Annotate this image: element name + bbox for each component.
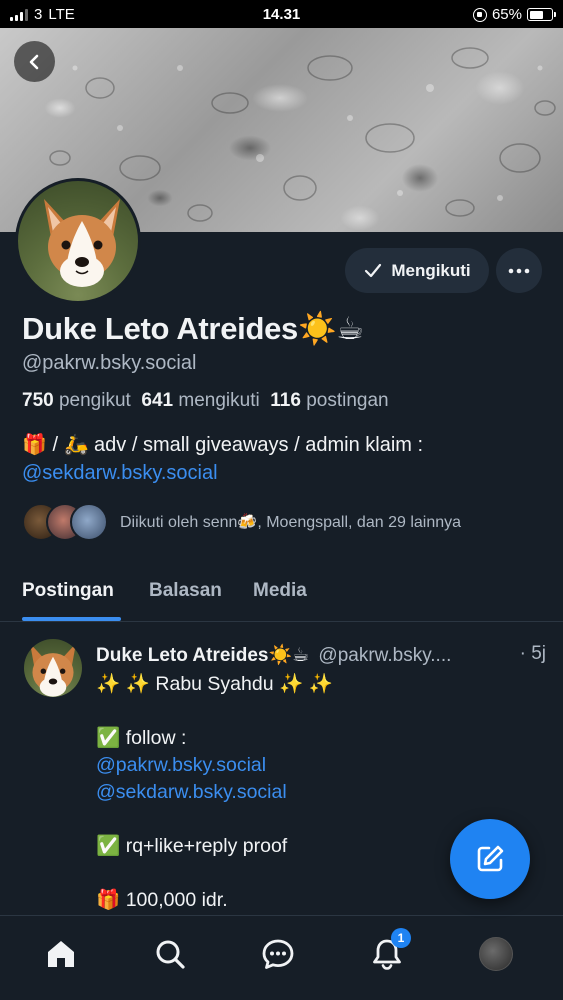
bottom-navigation: 1: [0, 915, 563, 1000]
post-mention-link[interactable]: @sekdarw.bsky.social: [96, 779, 536, 806]
compose-button[interactable]: [450, 819, 530, 899]
post-timestamp: · 5j: [519, 643, 546, 664]
tab-media[interactable]: Media: [253, 580, 307, 602]
bio-text: 🎁 / 🛵 adv / small giveaways / admin klai…: [22, 434, 424, 456]
following-label: mengikuti: [178, 390, 260, 411]
home-icon: [48, 941, 74, 967]
more-options-button[interactable]: [496, 248, 542, 293]
post-author-handle[interactable]: @pakrw.bsky....: [318, 645, 451, 666]
posts-label: postingan: [306, 390, 389, 411]
profile-bio: 🎁 / 🛵 adv / small giveaways / admin klai…: [22, 431, 542, 487]
search-icon: [156, 940, 185, 969]
tab-posts[interactable]: Postingan: [22, 580, 114, 602]
following-stat[interactable]: 641 mengikuti: [141, 390, 259, 411]
profile-handle: @pakrw.bsky.social: [22, 352, 197, 374]
chat-icon: [262, 939, 294, 969]
followers-count: 750: [22, 390, 54, 411]
check-icon: [365, 263, 382, 277]
followed-by-text: Diikuti oleh senn🍻, Moengspall, dan 29 l…: [120, 514, 462, 531]
followers-stat[interactable]: 750 pengikut: [22, 390, 131, 411]
post-line: ✨ ✨ Rabu Syahdu ✨ ✨: [96, 673, 333, 695]
post-mention-link[interactable]: @pakrw.bsky.social: [96, 752, 536, 779]
following-button-label: Mengikuti: [391, 260, 471, 280]
battery-percent: 65%: [491, 6, 522, 23]
posts-stat: 116 postingan: [270, 390, 388, 411]
rotation-lock-icon: [472, 7, 487, 22]
profile-stats: 750 pengikut 641 mengikuti 116 postingan: [22, 390, 389, 412]
nav-home[interactable]: [41, 934, 81, 974]
compose-icon: [477, 845, 504, 872]
tab-replies[interactable]: Balasan: [149, 580, 222, 602]
corgi-avatar-image: [30, 643, 76, 697]
bio-mention-link[interactable]: @sekdarw.bsky.social: [22, 459, 542, 487]
display-name: Duke Leto Atreides☀️☕: [22, 311, 364, 346]
active-tab-indicator: [22, 617, 121, 621]
back-button[interactable]: [14, 41, 55, 82]
nav-profile[interactable]: [476, 934, 516, 974]
followed-by-row[interactable]: Diikuti oleh senn🍻, Moengspall, dan 29 l…: [22, 502, 461, 542]
post-author-avatar[interactable]: [24, 639, 82, 697]
chevron-left-icon: [29, 54, 38, 69]
nav-notifications[interactable]: 1: [367, 928, 411, 974]
nav-chat[interactable]: [258, 934, 298, 974]
follower-avatar: [70, 503, 108, 541]
profile-avatar[interactable]: [15, 178, 141, 304]
notification-badge: 1: [391, 928, 411, 948]
following-count: 641: [141, 390, 174, 411]
followers-label: pengikut: [58, 390, 131, 411]
post-author-name[interactable]: Duke Leto Atreides☀️☕: [96, 645, 309, 666]
nav-search[interactable]: [150, 934, 190, 974]
post-line: ✅ follow :: [96, 727, 187, 749]
battery-icon: [527, 8, 556, 21]
following-button[interactable]: Mengikuti: [345, 248, 489, 293]
ellipsis-icon: [508, 268, 530, 273]
status-right: 65%: [472, 6, 556, 23]
profile-tabs: Postingan Balasan Media: [0, 570, 563, 622]
corgi-avatar-image: [44, 199, 120, 287]
status-bar: 3 LTE 14.31 65%: [0, 0, 563, 28]
posts-count: 116: [270, 390, 301, 411]
post-header: Duke Leto Atreides☀️☕ @pakrw.bsky.... · …: [96, 643, 546, 667]
profile-avatar-icon: [479, 937, 513, 971]
